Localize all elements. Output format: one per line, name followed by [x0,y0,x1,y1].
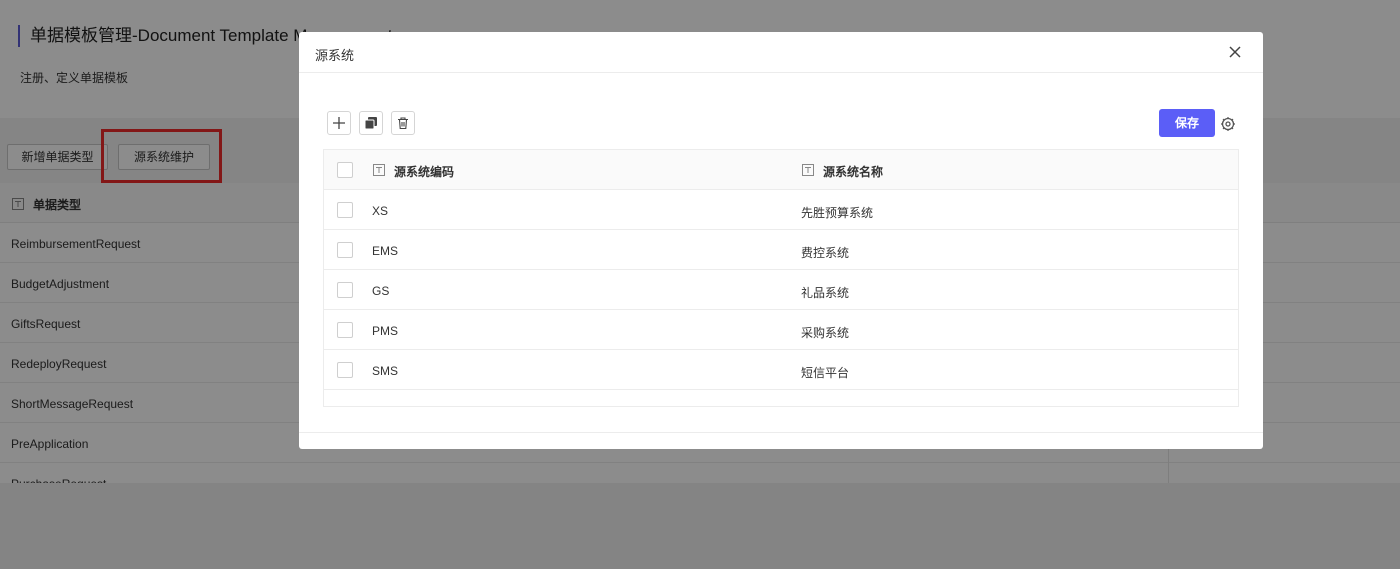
add-row-button[interactable] [327,111,351,135]
save-button[interactable]: 保存 [1159,109,1215,137]
column-header-name[interactable]: 源系统名称 [823,163,883,180]
copy-row-button[interactable] [359,111,383,135]
cell-code[interactable]: SMS [372,364,398,378]
modal-title: 源系统 [315,48,355,63]
plus-icon [333,117,345,129]
source-system-table: 源系统编码 源系统名称 XS 先胜预算系统 EMS 费控系统 GS 礼品系统 P… [323,149,1239,407]
table-row[interactable]: PMS 采购系统 [324,310,1238,350]
column-header-code[interactable]: 源系统编码 [394,163,454,180]
cell-code[interactable]: XS [372,204,388,218]
table-row[interactable]: XS 先胜预算系统 [324,190,1238,230]
modal-header: 源系统 [299,32,1263,73]
row-checkbox[interactable] [337,242,353,258]
cell-code[interactable]: EMS [372,244,398,258]
table-header: 源系统编码 源系统名称 [324,150,1238,190]
cell-name[interactable]: 费控系统 [801,244,849,261]
cell-code[interactable]: PMS [372,324,398,338]
cell-name[interactable]: 礼品系统 [801,284,849,301]
select-all-checkbox[interactable] [337,162,353,178]
text-column-icon [373,164,385,176]
row-checkbox[interactable] [337,322,353,338]
table-row[interactable]: SMS 短信平台 [324,350,1238,390]
row-checkbox[interactable] [337,202,353,218]
modal-footer-divider [299,432,1263,433]
table-row[interactable]: GS 礼品系统 [324,270,1238,310]
row-checkbox[interactable] [337,362,353,378]
text-column-icon [802,164,814,176]
cell-name[interactable]: 采购系统 [801,324,849,341]
cell-name[interactable]: 短信平台 [801,364,849,381]
copy-icon [364,117,377,130]
settings-icon[interactable] [1220,116,1236,132]
close-icon[interactable] [1227,44,1243,60]
source-system-modal: 源系统 保存 源系统编码 源系统名称 XS 先胜预算系统 EMS 费控系统 GS… [299,32,1263,449]
delete-row-button[interactable] [391,111,415,135]
cell-code[interactable]: GS [372,284,389,298]
trash-icon [398,117,408,130]
row-checkbox[interactable] [337,282,353,298]
table-row[interactable]: EMS 费控系统 [324,230,1238,270]
cell-name[interactable]: 先胜预算系统 [801,204,873,221]
